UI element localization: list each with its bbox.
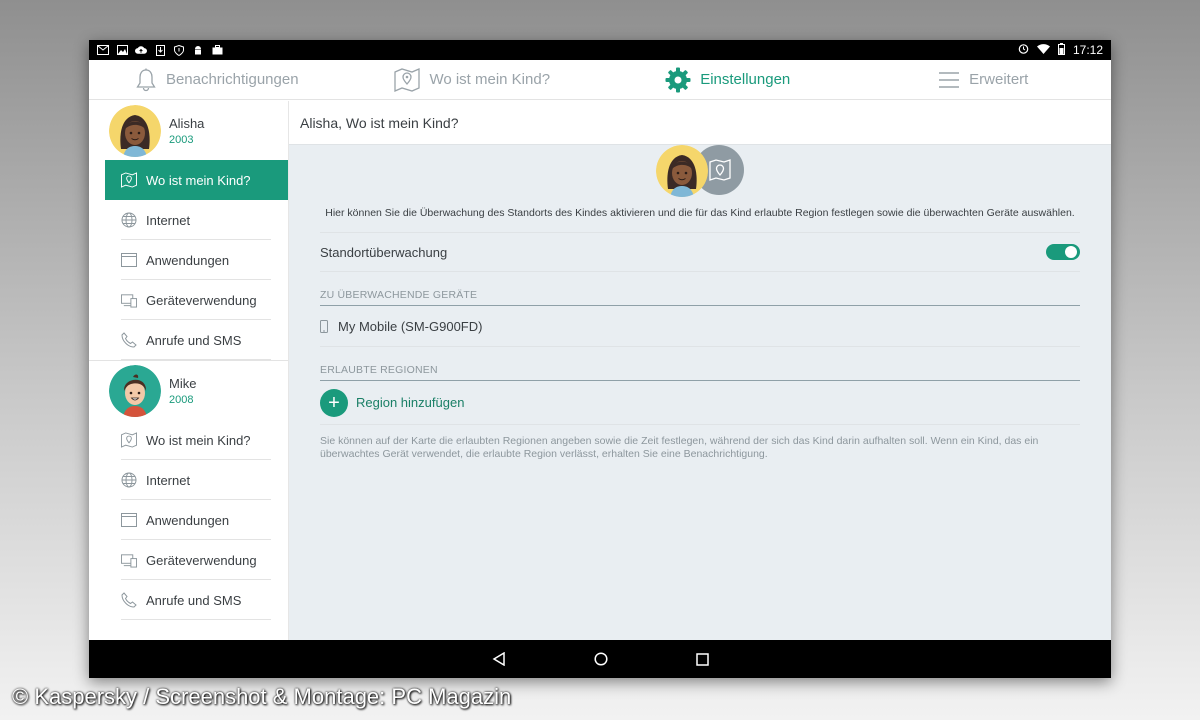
bell-icon	[135, 68, 157, 92]
add-region-label: Region hinzufügen	[356, 395, 465, 410]
tab-where-is-my-child[interactable]: Wo ist mein Kind?	[345, 60, 601, 99]
location-monitoring-toggle[interactable]	[1046, 244, 1080, 260]
tab-settings-label: Einstellungen	[700, 71, 791, 88]
regions-section-heading: ERLAUBTE REGIONEN	[320, 364, 1080, 381]
sidebar-item-mike-calls-sms[interactable]: Anrufe und SMS	[105, 580, 288, 620]
device-name: My Mobile (SM-G900FD)	[338, 318, 483, 334]
top-tab-bar: Benachrichtigungen Wo ist mein Kind? Ein…	[89, 60, 1111, 100]
sidebar-item-alisha-location[interactable]: Wo ist mein Kind?	[105, 160, 288, 200]
sidebar-item-mike-internet[interactable]: Internet	[105, 460, 288, 500]
tab-advanced[interactable]: Erweitert	[856, 60, 1112, 99]
sidebar-item-alisha-device-usage[interactable]: Geräteverwendung	[105, 280, 288, 320]
download-icon	[154, 44, 166, 56]
map-pin-icon	[121, 432, 137, 448]
child-name: Alisha	[169, 115, 205, 131]
child-year: 2003	[169, 133, 194, 146]
phone-icon	[121, 592, 137, 608]
location-monitoring-row: Standortüberwachung	[320, 232, 1080, 272]
copyright-watermark: © Kaspersky / Screenshot & Montage: PC M…	[12, 684, 512, 709]
feature-description: Hier können Sie die Überwachung des Stan…	[325, 207, 1075, 219]
tab-notifications[interactable]: Benachrichtigungen	[89, 60, 345, 99]
tab-advanced-label: Erweitert	[969, 71, 1029, 88]
globe-icon	[121, 212, 137, 228]
gear-icon	[665, 67, 691, 93]
device-item[interactable]: My Mobile (SM-G900FD)	[320, 306, 1080, 347]
sidebar-item-label: Wo ist mein Kind?	[146, 172, 251, 188]
children-sidebar: Alisha 2003 Wo ist mein Kind? Internet A…	[89, 101, 289, 640]
page-title: Alisha, Wo ist mein Kind?	[289, 101, 1111, 145]
mail-icon	[97, 45, 109, 56]
plus-icon: +	[320, 388, 348, 417]
sidebar-item-alisha-internet[interactable]: Internet	[105, 200, 288, 240]
tablet-screen: 17:12 Benachrichtigungen Wo ist mein Kin…	[89, 40, 1111, 678]
child-name: Mike	[169, 375, 197, 391]
recents-icon[interactable]	[695, 652, 709, 666]
tab-where-is-my-child-label: Wo ist mein Kind?	[429, 71, 551, 88]
map-pin-icon	[394, 67, 421, 92]
tab-notifications-label: Benachrichtigungen	[165, 71, 299, 88]
avatar-mike	[109, 364, 161, 417]
sidebar-item-label: Geräteverwendung	[146, 552, 257, 568]
sidebar-item-mike-location[interactable]: Wo ist mein Kind?	[105, 420, 288, 460]
devices-icon	[121, 552, 137, 568]
add-region-button[interactable]: + Region hinzufügen	[320, 381, 1080, 425]
sidebar-item-label: Anrufe und SMS	[146, 592, 242, 608]
status-bar: 17:12	[89, 40, 1111, 60]
regions-note: Sie können auf der Karte die erlaubten R…	[320, 435, 1039, 460]
devices-section-heading: ZU ÜBERWACHENDE GERÄTE	[320, 289, 1080, 306]
window-icon	[121, 512, 137, 528]
sidebar-item-label: Anwendungen	[146, 512, 230, 528]
location-monitoring-label: Standortüberwachung	[320, 244, 448, 260]
shield-icon	[173, 44, 185, 56]
sidebar-item-label: Anrufe und SMS	[146, 332, 242, 348]
battery-icon	[1057, 42, 1065, 58]
child-profile-alisha[interactable]: Alisha 2003	[89, 101, 288, 160]
avatar-alisha	[109, 104, 161, 157]
wifi-icon	[1036, 43, 1050, 57]
sidebar-item-label: Anwendungen	[146, 252, 230, 268]
map-pin-icon	[121, 172, 137, 188]
globe-icon	[121, 472, 137, 488]
sidebar-item-label: Wo ist mein Kind?	[146, 432, 251, 448]
home-icon[interactable]	[593, 652, 608, 666]
phone-icon	[121, 332, 137, 348]
devices-icon	[121, 292, 137, 308]
sidebar-item-mike-device-usage[interactable]: Geräteverwendung	[105, 540, 288, 580]
child-year: 2008	[169, 393, 194, 406]
sidebar-item-mike-apps[interactable]: Anwendungen	[105, 500, 288, 540]
sidebar-item-label: Internet	[146, 212, 191, 228]
smartphone-icon	[320, 319, 328, 333]
alarm-icon	[1018, 43, 1029, 57]
sidebar-item-alisha-apps[interactable]: Anwendungen	[105, 240, 288, 280]
avatar-alisha-large	[656, 145, 708, 197]
sidebar-item-alisha-calls-sms[interactable]: Anrufe und SMS	[105, 320, 288, 360]
main-content: Alisha, Wo ist mein Kind? Hier können Si…	[289, 101, 1111, 640]
android-icon	[192, 45, 204, 56]
system-nav-bar	[89, 640, 1111, 678]
status-time: 17:12	[1072, 43, 1103, 57]
child-profile-mike[interactable]: Mike 2008	[89, 360, 288, 420]
cloud-upload-icon	[135, 45, 147, 56]
hero-illustration	[289, 145, 1111, 201]
back-icon[interactable]	[492, 652, 506, 666]
sidebar-item-label: Internet	[146, 472, 191, 488]
menu-icon	[938, 71, 960, 89]
window-icon	[121, 252, 137, 268]
sidebar-item-label: Geräteverwendung	[146, 292, 257, 308]
image-icon	[116, 45, 128, 56]
tab-settings[interactable]: Einstellungen	[600, 60, 856, 99]
briefcase-icon	[211, 45, 223, 56]
